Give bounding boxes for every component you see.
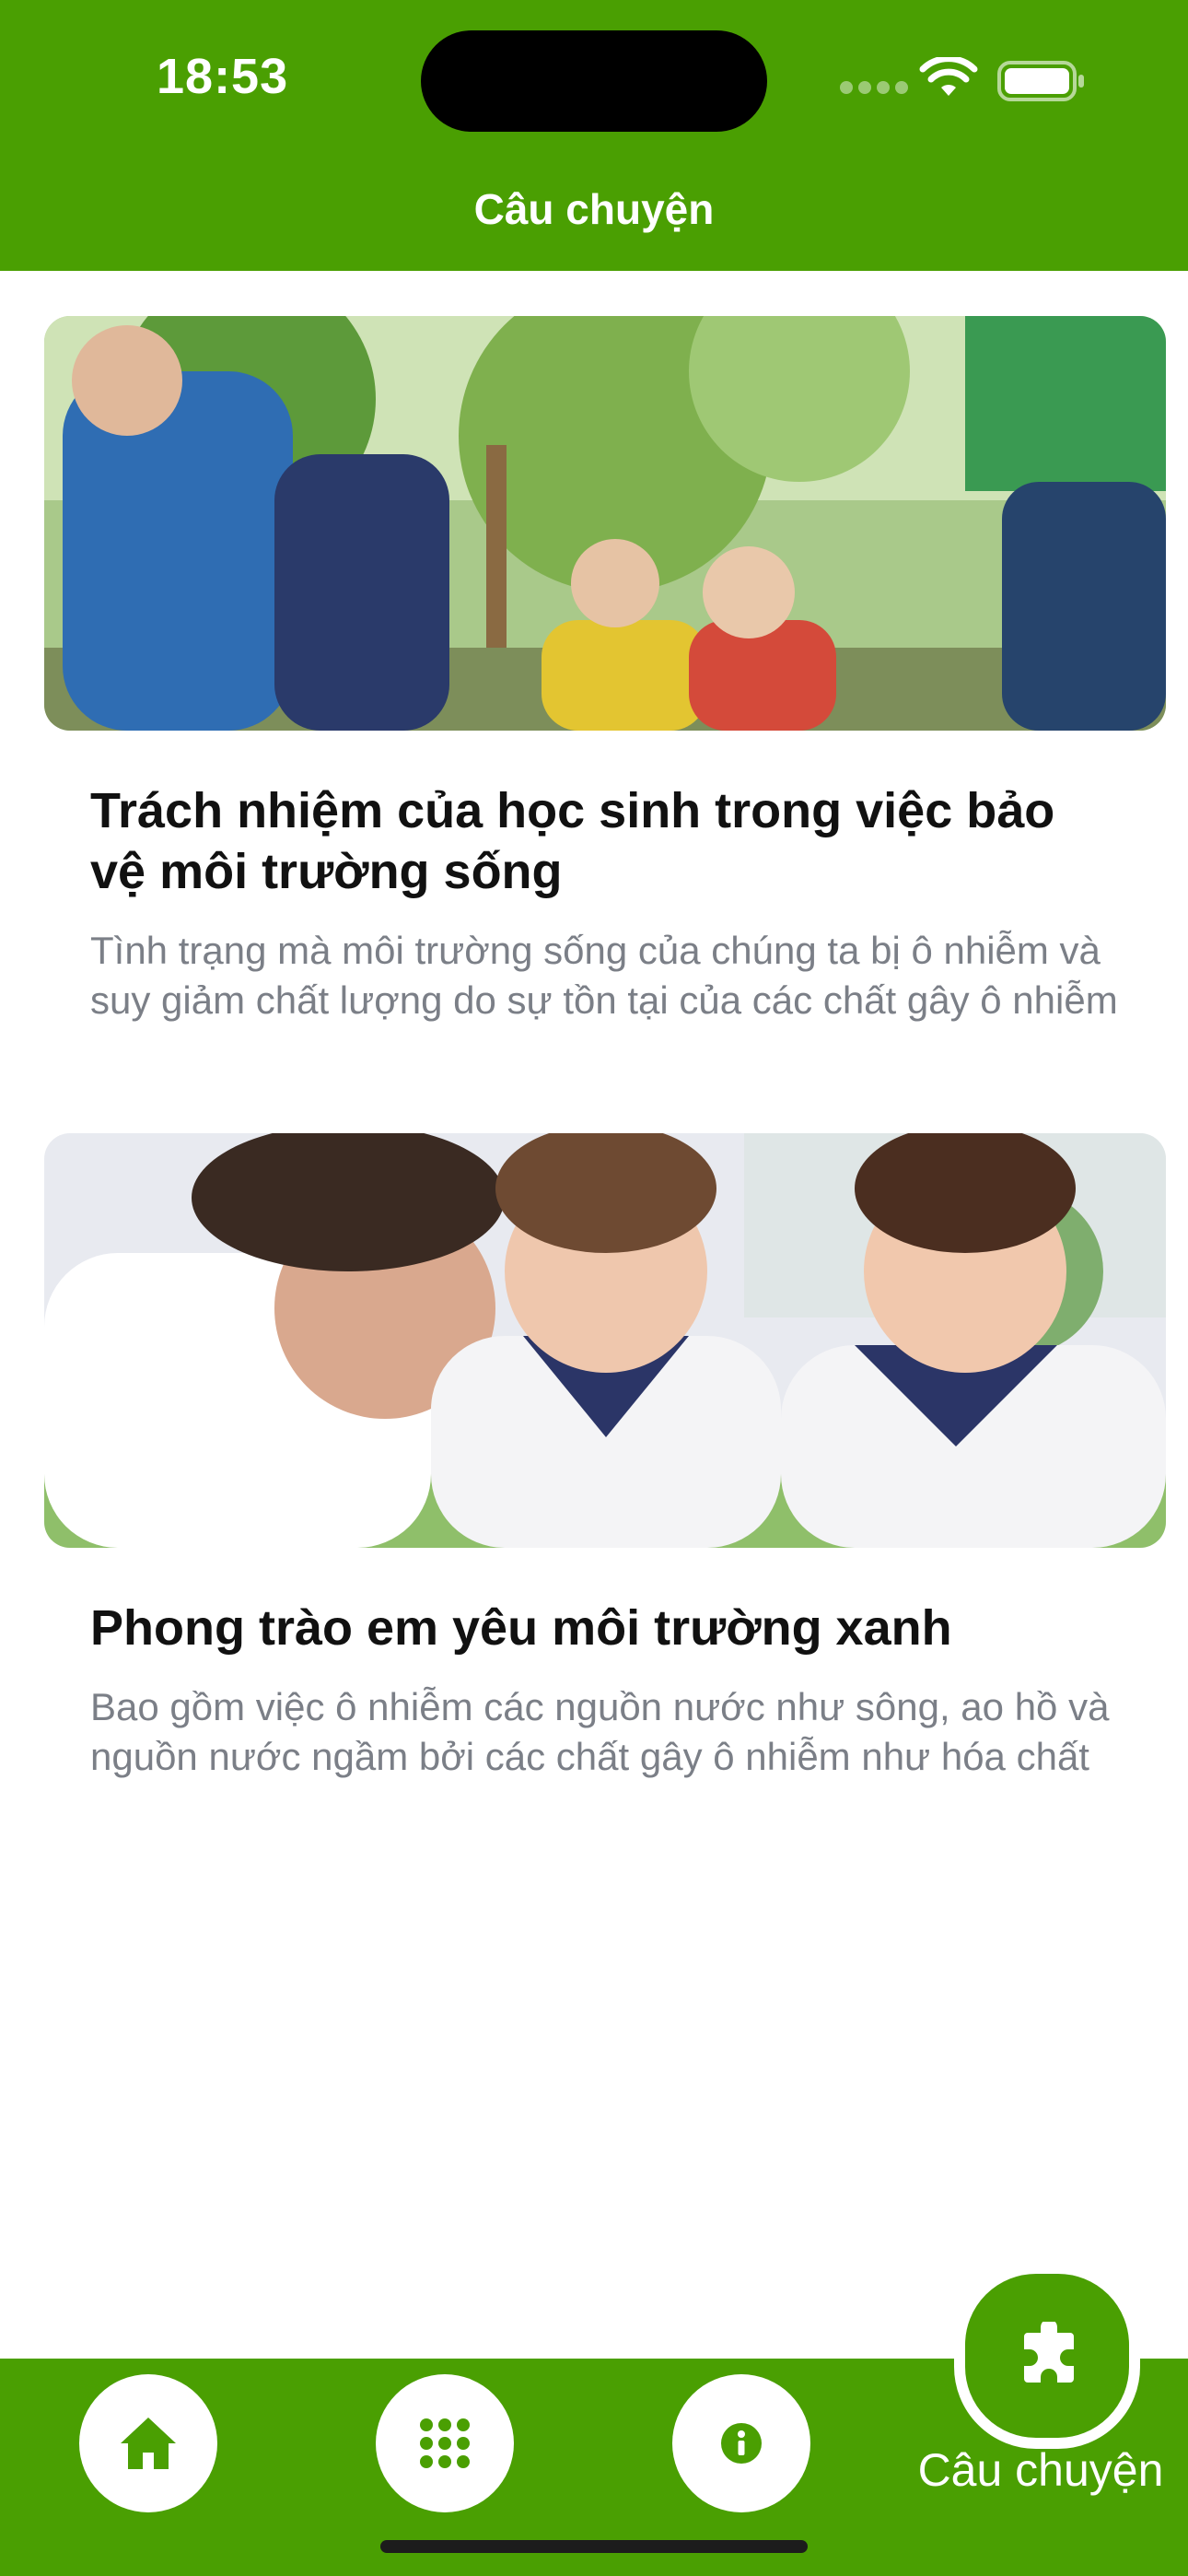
story-image[interactable] xyxy=(44,1133,1166,1548)
page-title: Câu chuyện xyxy=(473,185,715,233)
tab-stories[interactable] xyxy=(954,2263,1140,2449)
story-card[interactable]: Trách nhiệm của học sinh trong việc bảo … xyxy=(44,316,1166,1025)
story-image[interactable] xyxy=(44,316,1166,731)
story-excerpt: Bao gồm việc ô nhiễm các nguồn nước như … xyxy=(90,1685,1110,1778)
navigation-bar: Câu chuyện xyxy=(0,147,1188,271)
dynamic-island xyxy=(421,30,767,132)
tab-categories[interactable] xyxy=(376,2374,514,2512)
puzzle-icon xyxy=(1024,2322,1074,2383)
status-bar: 18:53 xyxy=(0,0,1188,147)
info-icon xyxy=(721,2423,762,2464)
home-icon xyxy=(121,2418,176,2469)
grid-icon xyxy=(420,2418,470,2468)
story-excerpt: Tình trạng mà môi trường sống của chúng … xyxy=(90,929,1118,1022)
battery-icon xyxy=(997,61,1084,101)
tab-info[interactable] xyxy=(672,2374,810,2512)
home-indicator xyxy=(380,2540,808,2553)
wifi-icon xyxy=(919,57,978,96)
tab-home[interactable] xyxy=(79,2374,217,2512)
cellular-signal-icon xyxy=(840,81,914,99)
status-time: 18:53 xyxy=(157,49,289,104)
tab-stories-label[interactable]: Câu chuyện xyxy=(884,2443,1188,2497)
story-card[interactable]: Phong trào em yêu môi trường xanh Bao gồ… xyxy=(44,1133,1166,1782)
story-title[interactable]: Phong trào em yêu môi trường xanh xyxy=(90,1598,1122,1658)
story-title[interactable]: Trách nhiệm của học sinh trong việc bảo … xyxy=(90,780,1122,902)
